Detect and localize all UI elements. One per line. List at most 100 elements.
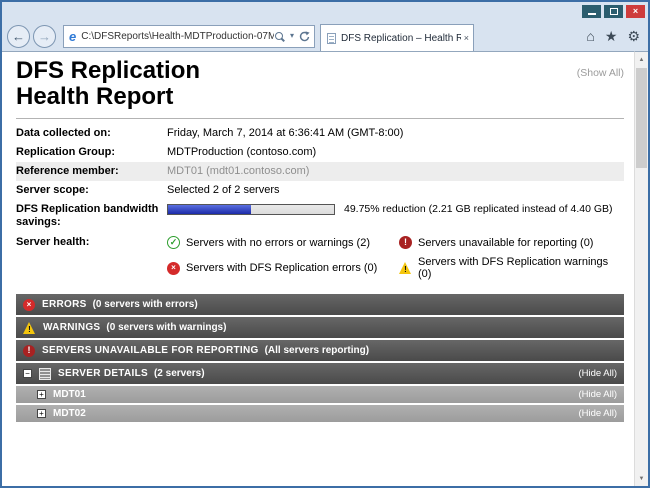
caption-buttons: ×: [582, 5, 645, 18]
scroll-down-icon[interactable]: ▼: [635, 471, 648, 486]
favorites-icon[interactable]: ★: [605, 29, 618, 43]
section-detail: (0 servers with errors): [93, 299, 198, 310]
expand-icon[interactable]: +: [37, 409, 46, 418]
address-url[interactable]: C:\DFSReports\Health-MDTProduction-07M: [81, 31, 274, 42]
red-unavailable-icon: !: [399, 236, 412, 249]
close-button[interactable]: ×: [626, 5, 645, 18]
hide-all-link[interactable]: (Hide All): [578, 368, 617, 379]
report-title-line2: Health Report: [16, 84, 624, 110]
error-icon: ×: [23, 299, 35, 311]
page-content: DFS Replication Health Report (Show All)…: [2, 51, 634, 486]
server-name: MDT01: [53, 389, 86, 400]
back-icon: ←: [12, 29, 25, 44]
minimize-icon: [588, 13, 596, 15]
address-bar[interactable]: e C:\DFSReports\Health-MDTProduction-07M…: [63, 25, 315, 48]
report-sections: × ERRORS (0 servers with errors) ! WARNI…: [16, 294, 624, 422]
field-row-scope: Server scope: Selected 2 of 2 servers: [16, 181, 624, 200]
search-icon[interactable]: [274, 31, 285, 42]
health-item: × Servers with DFS Replication errors (0…: [167, 256, 399, 280]
yellow-warning-icon: !: [399, 262, 412, 274]
section-detail: (All servers reporting): [265, 345, 369, 356]
minimize-button[interactable]: [582, 5, 601, 18]
health-text: Servers with DFS Replication errors (0): [186, 262, 377, 274]
section-server-details[interactable]: − SERVER DETAILS (2 servers) (Hide All): [16, 363, 624, 384]
field-label: Server scope:: [16, 184, 167, 197]
section-title: SERVER DETAILS: [58, 368, 148, 379]
section-title: SERVERS UNAVAILABLE FOR REPORTING: [42, 345, 259, 356]
forward-icon: →: [38, 29, 51, 44]
address-bar-icons: ▾: [274, 31, 310, 42]
ie-icon: e: [69, 29, 76, 44]
field-row-collected: Data collected on: Friday, March 7, 2014…: [16, 124, 624, 143]
back-button[interactable]: ←: [7, 25, 30, 48]
bandwidth-value: 49.75% reduction (2.21 GB replicated ins…: [167, 203, 613, 215]
hide-all-link[interactable]: (Hide All): [578, 408, 617, 419]
browser-toolbar: ← → e C:\DFSReports\Health-MDTProduction…: [2, 21, 648, 51]
address-dropdown-icon[interactable]: ▾: [290, 32, 294, 40]
tab-title: DFS Replication – Health Re...: [341, 33, 461, 44]
health-item: ! Servers with DFS Replication warnings …: [399, 256, 624, 280]
server-name: MDT02: [53, 408, 86, 419]
field-label: Replication Group:: [16, 146, 167, 159]
health-text: Servers unavailable for reporting (0): [418, 237, 593, 249]
field-value: Selected 2 of 2 servers: [167, 184, 280, 197]
field-value: MDT01 (mdt01.contoso.com): [167, 165, 309, 178]
section-detail: (0 servers with warnings): [106, 322, 226, 333]
scrollbar-thumb[interactable]: [636, 68, 647, 168]
section-warnings[interactable]: ! WARNINGS (0 servers with warnings): [16, 317, 624, 338]
field-label: Server health:: [16, 236, 167, 249]
section-title: WARNINGS: [43, 322, 100, 333]
field-row-group: Replication Group: MDTProduction (contos…: [16, 143, 624, 162]
server-row-mdt01[interactable]: + MDT01 (Hide All): [16, 386, 624, 403]
field-row-reference-member: Reference member: MDT01 (mdt01.contoso.c…: [16, 162, 624, 181]
server-details-icon: [39, 368, 51, 380]
server-health-grid: ✓ Servers with no errors or warnings (2)…: [167, 236, 624, 280]
section-unavailable[interactable]: ! SERVERS UNAVAILABLE FOR REPORTING (All…: [16, 340, 624, 361]
bandwidth-progress-bar: [167, 204, 335, 215]
collapse-icon[interactable]: −: [23, 369, 32, 378]
page-icon: [327, 33, 336, 44]
report-title: DFS Replication Health Report: [16, 58, 624, 110]
health-item: ✓ Servers with no errors or warnings (2): [167, 236, 399, 249]
health-report: DFS Replication Health Report (Show All)…: [2, 52, 634, 486]
vertical-scrollbar[interactable]: ▲ ▼: [634, 51, 648, 486]
section-errors[interactable]: × ERRORS (0 servers with errors): [16, 294, 624, 315]
scroll-up-icon[interactable]: ▲: [635, 52, 648, 67]
section-title: ERRORS: [42, 299, 87, 310]
close-icon: ×: [633, 7, 638, 16]
maximize-button[interactable]: [604, 5, 623, 18]
unavailable-icon: !: [23, 345, 35, 357]
forward-button[interactable]: →: [33, 25, 56, 48]
title-divider: [16, 118, 624, 119]
maximize-icon: [610, 8, 618, 15]
report-title-line1: DFS Replication: [16, 58, 624, 84]
toolbar-right-icons: ⌂ ★ ⚙: [586, 29, 648, 43]
health-text: Servers with DFS Replication warnings (0…: [418, 256, 624, 280]
bandwidth-text: 49.75% reduction (2.21 GB replicated ins…: [344, 203, 613, 215]
refresh-icon[interactable]: [299, 31, 310, 42]
bandwidth-row: DFS Replication bandwidth savings: 49.75…: [16, 200, 624, 232]
health-text: Servers with no errors or warnings (2): [186, 237, 370, 249]
server-row-mdt02[interactable]: + MDT02 (Hide All): [16, 405, 624, 422]
field-label: Data collected on:: [16, 127, 167, 140]
red-error-icon: ×: [167, 262, 180, 275]
green-check-icon: ✓: [167, 236, 180, 249]
tab-close-icon[interactable]: ×: [464, 33, 469, 43]
server-health-row: Server health: ✓ Servers with no errors …: [16, 232, 624, 284]
hide-all-link[interactable]: (Hide All): [578, 389, 617, 400]
browser-tab[interactable]: DFS Replication – Health Re... ×: [320, 24, 474, 51]
field-value: MDTProduction (contoso.com): [167, 146, 316, 159]
settings-icon[interactable]: ⚙: [627, 29, 640, 43]
health-item: ! Servers unavailable for reporting (0): [399, 236, 624, 249]
warning-icon: !: [23, 322, 36, 334]
show-all-link[interactable]: (Show All): [577, 67, 624, 79]
browser-window: × ← → e C:\DFSReports\Health-MDTProducti…: [0, 0, 650, 488]
field-label: DFS Replication bandwidth savings:: [16, 203, 167, 229]
section-detail: (2 servers): [154, 368, 205, 379]
expand-icon[interactable]: +: [37, 390, 46, 399]
bandwidth-progress-fill: [168, 205, 251, 214]
window-titlebar[interactable]: ×: [2, 2, 648, 21]
field-label: Reference member:: [16, 165, 167, 178]
field-value: Friday, March 7, 2014 at 6:36:41 AM (GMT…: [167, 127, 403, 140]
home-icon[interactable]: ⌂: [586, 29, 594, 43]
